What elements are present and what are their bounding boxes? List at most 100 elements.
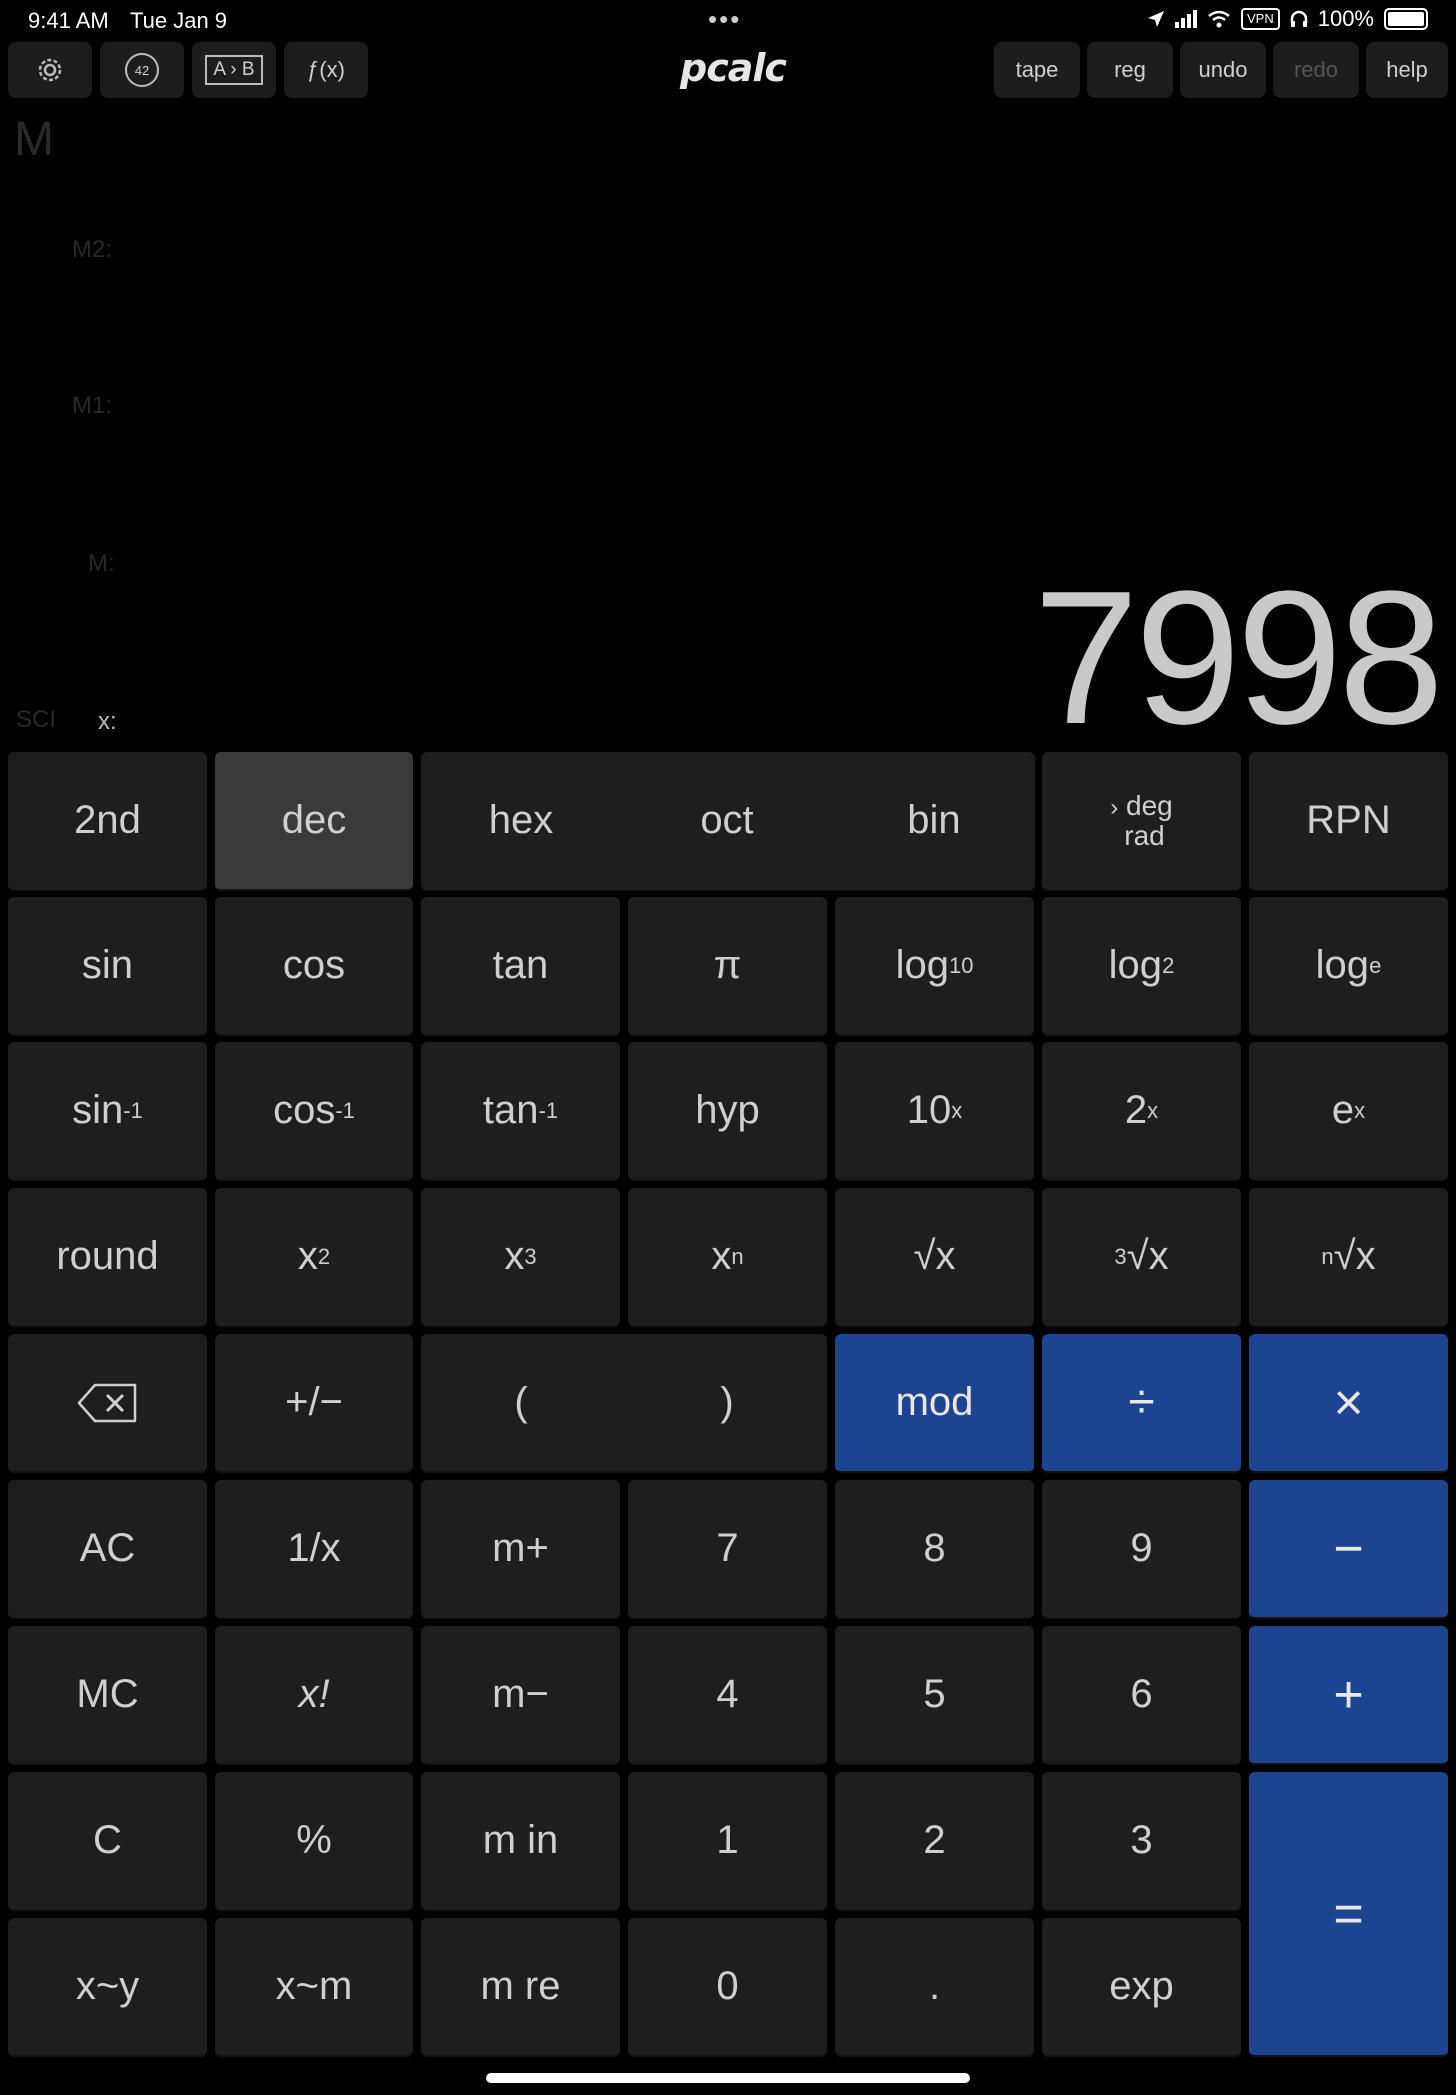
vpn-badge: VPN [1240,8,1280,30]
percent-key[interactable]: % [215,1772,413,1911]
asin-key[interactable]: sin -1 [8,1042,207,1181]
round-key[interactable]: round [8,1188,207,1327]
decimal-point-key[interactable]: . [835,1918,1034,2057]
digit-3-key[interactable]: 3 [1042,1772,1241,1911]
left-paren-key[interactable]: ( [421,1380,621,1425]
chevron-right-icon: › [1110,793,1119,821]
tape-button[interactable]: tape [994,42,1080,98]
log10-key[interactable]: log 10 [835,897,1034,1036]
status-date: Tue Jan 9 [130,8,228,33]
ten-power-key[interactable]: 10 x [835,1042,1034,1181]
constants-label: 42 [125,53,159,87]
digit-0-key[interactable]: 0 [628,1918,827,2057]
deg-rad-key[interactable]: › deg rad [1042,752,1241,891]
exponent-key[interactable]: exp [1042,1918,1241,2057]
cellular-signal-icon [1174,10,1197,28]
memory-indicator: M [14,113,54,166]
backspace-key[interactable] [8,1334,207,1473]
square-key[interactable]: x2 [215,1188,413,1327]
divide-key[interactable]: ÷ [1042,1334,1241,1473]
hex-mode-key[interactable]: hex [421,798,621,843]
memory-plus-key[interactable]: m+ [421,1480,620,1619]
memory-recall-key[interactable]: m re [421,1918,620,2057]
x-power-n-key[interactable]: xn [628,1188,827,1327]
wifi-icon [1208,10,1230,28]
reg-button[interactable]: reg [1087,42,1173,98]
cube-key[interactable]: x3 [421,1188,620,1327]
x-register-value[interactable]: 7998 [1033,548,1444,768]
digit-6-key[interactable]: 6 [1042,1626,1241,1765]
functions-button[interactable]: ƒ(x) [284,42,368,98]
factorial-key[interactable]: x! [215,1626,413,1765]
hyp-key[interactable]: hyp [628,1042,827,1181]
oct-mode-key[interactable]: oct [627,798,827,843]
digit-5-key[interactable]: 5 [835,1626,1034,1765]
paren-group: ( ) [421,1334,827,1473]
base-mode-group: hex oct bin [421,752,1035,891]
settings-button[interactable] [8,42,92,98]
all-clear-key[interactable]: AC [8,1480,207,1619]
sin-key[interactable]: sin [8,897,207,1036]
subtract-key[interactable]: − [1249,1480,1448,1619]
headphones-icon [1290,10,1307,27]
tan-key[interactable]: tan [421,897,620,1036]
digit-7-key[interactable]: 7 [628,1480,827,1619]
mod-key[interactable]: mod [835,1334,1034,1473]
digit-9-key[interactable]: 9 [1042,1480,1241,1619]
constants-button[interactable]: 42 [100,42,184,98]
conversions-button[interactable]: A › B [192,42,276,98]
acos-key[interactable]: cos -1 [215,1042,413,1181]
bin-mode-key[interactable]: bin [834,798,1034,843]
x-register-label: x: [98,708,117,735]
log2-key[interactable]: log 2 [1042,897,1241,1036]
m2-label: M2: [72,236,113,263]
atan-key[interactable]: tan -1 [421,1042,620,1181]
redo-button[interactable]: redo [1273,42,1359,98]
pi-key[interactable]: π [628,897,827,1036]
digit-2-key[interactable]: 2 [835,1772,1034,1911]
conversions-label: A › B [205,55,263,85]
memory-minus-key[interactable]: m− [421,1626,620,1765]
deg-label: deg [1126,789,1173,821]
multitasking-dots-icon[interactable]: ••• [708,4,741,35]
swap-xm-key[interactable]: x~m [215,1918,413,2057]
nth-root-key[interactable]: n √x [1249,1188,1448,1327]
clear-key[interactable]: C [8,1772,207,1911]
gear-icon [38,58,62,82]
deg-rad-label: › deg rad [1110,789,1173,851]
status-time: 9:41 AM [28,8,109,33]
two-power-key[interactable]: 2x [1042,1042,1241,1181]
undo-button[interactable]: undo [1180,42,1266,98]
rpn-key[interactable]: RPN [1249,752,1448,891]
dec-mode-key[interactable]: dec [215,752,413,891]
memory-clear-key[interactable]: MC [8,1626,207,1765]
add-key[interactable]: + [1249,1626,1448,1765]
right-paren-key[interactable]: ) [627,1380,827,1425]
equals-key[interactable]: = [1249,1772,1448,2057]
sci-mode-indicator: SCI [16,706,57,733]
battery-icon [1384,8,1428,30]
plus-minus-key[interactable]: +/− [215,1334,413,1473]
m-label: M: [88,550,115,577]
loge-key[interactable]: log e [1249,897,1448,1036]
digit-1-key[interactable]: 1 [628,1772,827,1911]
rad-label: rad [1124,819,1165,851]
multiply-key[interactable]: × [1249,1334,1448,1473]
second-function-key[interactable]: 2nd [8,752,207,891]
e-power-key[interactable]: ex [1249,1042,1448,1181]
status-indicators: VPN 100% [1147,6,1428,32]
backspace-icon [77,1383,136,1422]
help-button[interactable]: help [1366,42,1448,98]
m1-label: M1: [72,392,113,419]
cube-root-key[interactable]: 3 √x [1042,1188,1241,1327]
digit-4-key[interactable]: 4 [628,1626,827,1765]
home-indicator[interactable] [486,2073,970,2083]
digit-8-key[interactable]: 8 [835,1480,1034,1619]
square-root-key[interactable]: √x [835,1188,1034,1327]
cos-key[interactable]: cos [215,897,413,1036]
memory-in-key[interactable]: m in [421,1772,620,1911]
swap-xy-key[interactable]: x~y [8,1918,207,2057]
status-bar: 9:41 AM Tue Jan 9 ••• VPN 100% [0,0,1456,40]
reciprocal-key[interactable]: 1/x [215,1480,413,1619]
battery-percent: 100% [1317,6,1374,31]
